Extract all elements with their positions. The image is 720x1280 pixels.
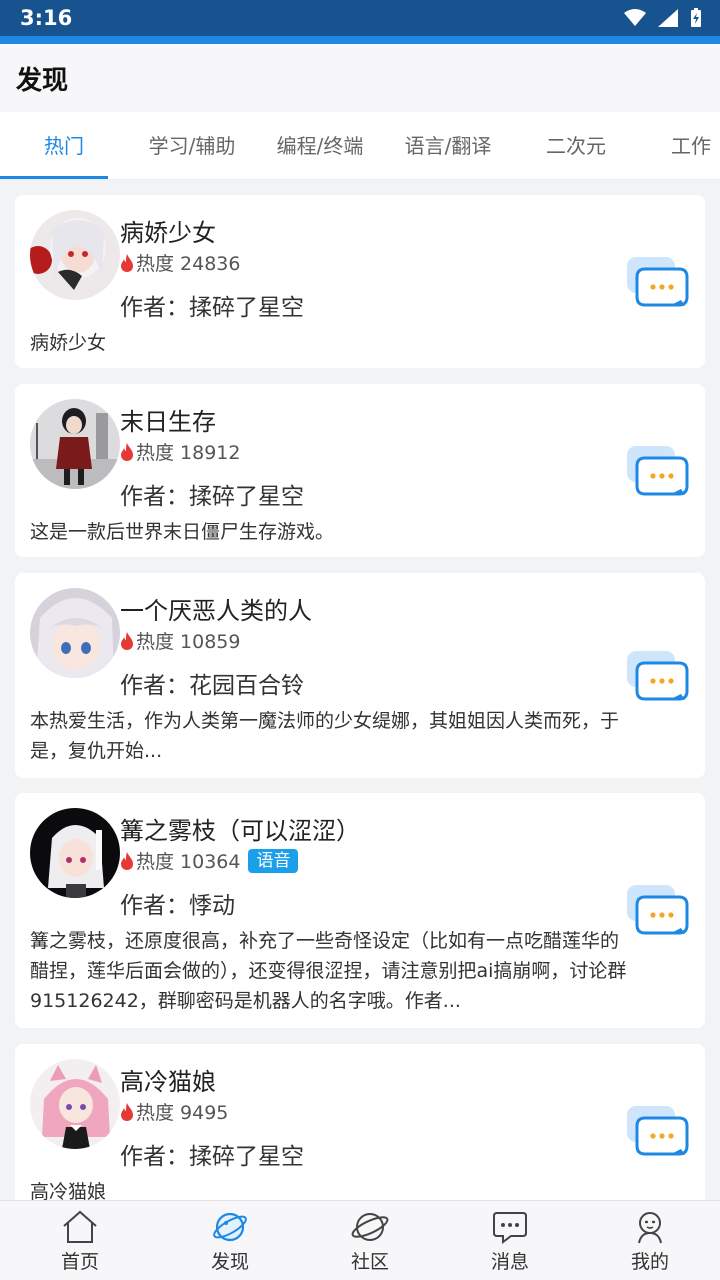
- heat-row: 热度 24836: [120, 249, 240, 276]
- home-icon: [63, 1210, 97, 1243]
- flame-icon: [121, 1102, 133, 1121]
- nav-discover[interactable]: 发现: [160, 1201, 300, 1280]
- character-name: 一个厌恶人类的人: [120, 597, 312, 625]
- signal-icon: [658, 9, 678, 27]
- nav-community[interactable]: 社区: [300, 1201, 440, 1280]
- character-card[interactable]: 一个厌恶人类的人 热度 10859 作者：花园百合铃 本热爱生活，作为人类第一魔…: [15, 573, 705, 778]
- profile-icon: [638, 1212, 662, 1244]
- message-icon: [493, 1212, 527, 1244]
- character-description: 病娇少女: [30, 332, 107, 354]
- heat-row: 热度 10364 语音: [120, 847, 299, 874]
- flame-icon: [121, 851, 133, 870]
- avatar: [30, 588, 120, 678]
- planet-icon: [213, 1212, 247, 1242]
- author-name: 作者：揉碎了星空: [120, 1144, 304, 1170]
- globe-icon: [351, 1213, 389, 1241]
- character-card[interactable]: 末日生存 热度 18912 作者：揉碎了星空 这是一款后世界末日僵尸生存游戏。: [15, 384, 705, 557]
- nav-messages-label: 消息: [490, 1251, 529, 1273]
- character-description: 篝之雾枝，还原度很高，补充了一些奇怪设定（比如有一点吃醋莲华的醋捏，莲华后面会做…: [30, 930, 627, 1012]
- header-accent-line: [0, 36, 720, 44]
- nav-community-label: 社区: [350, 1251, 389, 1273]
- author-name: 作者：悸动: [120, 893, 235, 919]
- page-title: 发现: [16, 66, 69, 96]
- author-name: 作者：揉碎了星空: [120, 295, 304, 321]
- tab-language[interactable]: 语言/翻译: [384, 112, 512, 179]
- character-name: 末日生存: [120, 408, 216, 436]
- avatar: [30, 210, 120, 300]
- heat-value: 热度 18912: [136, 442, 241, 464]
- flame-icon: [121, 253, 133, 272]
- nav-home[interactable]: 首页: [0, 1201, 160, 1280]
- nav-home-label: 首页: [60, 1251, 99, 1273]
- category-tabs: 热门 学习/辅助 编程/终端 语言/翻译 二次元 工作: [0, 112, 720, 180]
- avatar: [30, 808, 120, 898]
- character-name: 高冷猫娘: [120, 1068, 216, 1096]
- chat-icon[interactable]: [627, 257, 689, 307]
- author-name: 作者：花园百合铃: [120, 673, 304, 699]
- wifi-icon: [624, 9, 646, 26]
- chat-icon[interactable]: [627, 1106, 689, 1156]
- bottom-nav: 首页 发现 社区 消息 我的: [0, 1200, 720, 1280]
- character-card[interactable]: 病娇少女 热度 24836 作者：揉碎了星空 病娇少女: [15, 195, 705, 368]
- top-app-bar: 发现: [0, 44, 720, 112]
- status-bar: 3:16: [0, 0, 720, 36]
- chat-icon[interactable]: [627, 446, 689, 496]
- avatar: [30, 1059, 120, 1149]
- voice-badge: 语音: [248, 848, 299, 873]
- status-time: 3:16: [20, 6, 73, 30]
- heat-value: 热度 9495: [136, 1102, 229, 1124]
- heat-row: 热度 10859: [120, 627, 240, 654]
- nav-profile-label: 我的: [630, 1251, 669, 1273]
- nav-messages[interactable]: 消息: [440, 1201, 580, 1280]
- heat-value: 热度 24836: [136, 253, 241, 275]
- author-name: 作者：揉碎了星空: [120, 484, 304, 510]
- character-description: 这是一款后世界末日僵尸生存游戏。: [30, 521, 335, 543]
- tab-hot[interactable]: 热门: [0, 112, 128, 179]
- heat-row: 热度 9495: [120, 1098, 228, 1125]
- character-description: 高冷猫娘: [30, 1181, 107, 1200]
- character-description: 本热爱生活，作为人类第一魔法师的少女缇娜，其姐姐因人类而死，于是，复仇开始...: [30, 710, 620, 762]
- flame-icon: [121, 631, 133, 650]
- battery-icon: [691, 8, 701, 27]
- nav-profile[interactable]: 我的: [580, 1201, 720, 1280]
- chat-icon[interactable]: [627, 885, 689, 935]
- character-name: 病娇少女: [120, 219, 216, 247]
- character-list: 病娇少女 热度 24836 作者：揉碎了星空 病娇少女 末日生存 热度 1891…: [15, 195, 705, 1200]
- status-icons: [624, 8, 702, 28]
- character-card[interactable]: 篝之雾枝（可以涩涩） 热度 10364 语音 作者：悸动 篝之雾枝，还原度很高，…: [15, 793, 705, 1028]
- avatar: [30, 399, 120, 489]
- tab-programming[interactable]: 编程/终端: [256, 112, 384, 179]
- tab-study[interactable]: 学习/辅助: [128, 112, 256, 179]
- heat-row: 热度 18912: [120, 438, 240, 465]
- heat-value: 热度 10364: [136, 851, 241, 873]
- chat-icon[interactable]: [627, 651, 689, 701]
- heat-value: 热度 10859: [136, 631, 241, 653]
- flame-icon: [121, 442, 133, 461]
- character-name: 篝之雾枝（可以涩涩）: [120, 817, 360, 845]
- nav-discover-label: 发现: [210, 1251, 249, 1273]
- tab-work[interactable]: 工作: [640, 112, 720, 179]
- tab-anime[interactable]: 二次元: [512, 112, 640, 179]
- character-card[interactable]: 高冷猫娘 热度 9495 作者：揉碎了星空 高冷猫娘: [15, 1044, 705, 1200]
